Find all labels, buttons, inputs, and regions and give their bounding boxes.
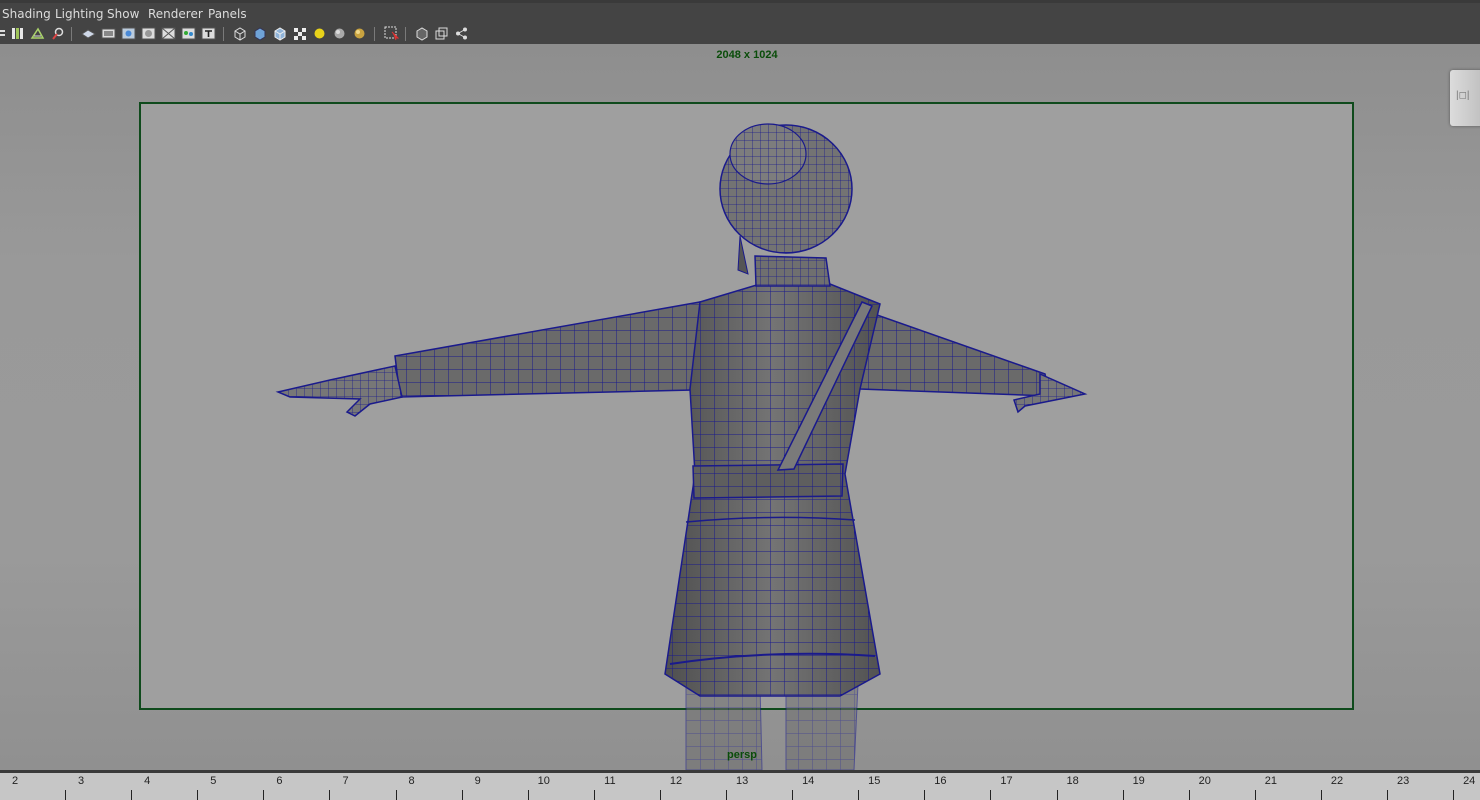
timeline-tick-label: 20 xyxy=(1198,775,1211,787)
timeline-tick-mark xyxy=(263,790,265,800)
timeline-tick-label: 18 xyxy=(1066,775,1079,787)
timeline-tick-mark xyxy=(858,790,860,800)
menu-panels[interactable]: Panels xyxy=(208,7,247,21)
timeline-tick-label: 15 xyxy=(868,775,881,787)
timeline-tick-mark xyxy=(1387,790,1388,800)
xray-joints-icon[interactable] xyxy=(434,26,449,41)
viewport-menubar: Shading Lighting Show Renderer Panels xyxy=(0,0,1480,24)
timeline-tick-mark xyxy=(1056,790,1058,800)
gate-mask-icon[interactable] xyxy=(141,26,156,41)
grid-icon[interactable] xyxy=(81,26,96,41)
xray-components-icon[interactable] xyxy=(454,26,469,41)
xray-icon[interactable] xyxy=(414,26,429,41)
timeline-tick-label: 10 xyxy=(537,775,550,787)
safe-title-icon[interactable] xyxy=(201,26,216,41)
smooth-shade-icon[interactable] xyxy=(252,26,267,41)
timeline-tick-mark xyxy=(527,790,529,800)
wireframe-icon[interactable] xyxy=(232,26,247,41)
timeline-tick-label: 6 xyxy=(276,775,283,787)
timeline-tick-label: 8 xyxy=(408,775,415,787)
timeline-tick-label: 19 xyxy=(1132,775,1145,787)
left-arm-mesh xyxy=(275,301,736,417)
torso-mesh xyxy=(664,255,881,697)
timeline-tick-label: 7 xyxy=(342,775,349,787)
timeline-tick-mark xyxy=(792,790,794,800)
timeline-tick-label: 9 xyxy=(474,775,481,787)
isolate-select-icon[interactable] xyxy=(384,26,399,41)
menu-show[interactable]: Show xyxy=(107,7,139,21)
viewcube-face-icon: |◻| xyxy=(1456,90,1470,101)
timeline-tick-mark xyxy=(659,790,661,800)
viewcube-widget[interactable]: |◻| xyxy=(1450,70,1480,126)
resolution-gate-icon[interactable] xyxy=(121,26,136,41)
menu-lighting[interactable]: Lighting xyxy=(55,7,104,21)
menu-renderer[interactable]: Renderer xyxy=(148,7,203,21)
field-chart-icon[interactable] xyxy=(161,26,176,41)
ambient-occlusion-icon[interactable] xyxy=(352,26,367,41)
timeline-tick-mark xyxy=(593,790,595,800)
film-gate-icon[interactable] xyxy=(101,26,116,41)
panel-toolbar xyxy=(0,24,1480,45)
timeline-tick-label: 16 xyxy=(934,775,947,787)
right-arm-mesh xyxy=(859,307,1088,414)
timeline-tick-mark xyxy=(990,790,992,800)
wireframe-on-shaded-icon[interactable] xyxy=(272,26,287,41)
timeline-tick-mark xyxy=(1188,790,1190,800)
timeline-tick-label: 11 xyxy=(604,775,616,787)
timeline-tick-label: 22 xyxy=(1330,775,1344,787)
timeline-tick-label: 13 xyxy=(735,775,749,787)
timeline-tick-mark xyxy=(197,790,199,800)
select-camera-icon[interactable] xyxy=(0,26,7,41)
timeline-tick-label: 21 xyxy=(1264,775,1278,787)
timeline-tick-mark xyxy=(461,790,463,800)
textured-icon[interactable] xyxy=(292,26,307,41)
timeline-tick-label: 2 xyxy=(11,775,19,787)
time-slider[interactable]: 2 3 4 5 6 7 8 9 10 11 12 13 14 15 16 17 18 19 20 21 22 23 24 xyxy=(0,770,1480,800)
timeline-tick-label: 14 xyxy=(802,775,815,787)
timeline-tick-mark xyxy=(1122,790,1124,800)
camera-attributes-icon[interactable] xyxy=(10,26,25,41)
safe-action-icon[interactable] xyxy=(181,26,196,41)
timeline-tick-mark xyxy=(329,790,331,800)
timeline-tick-mark xyxy=(65,790,66,800)
toolbar-separator xyxy=(374,27,375,41)
timeline-tick-mark xyxy=(726,790,727,800)
character-model-wireframe[interactable] xyxy=(0,44,1480,770)
shadows-icon[interactable] xyxy=(332,26,347,41)
timeline-tick-mark xyxy=(1254,790,1256,800)
timeline-tick-label: 12 xyxy=(669,775,683,787)
turban-mesh xyxy=(719,123,853,275)
use-all-lights-icon[interactable] xyxy=(312,26,327,41)
image-plane-icon[interactable] xyxy=(50,26,65,41)
timeline-tick-mark xyxy=(1320,790,1322,800)
timeline-tick-label: 5 xyxy=(210,775,217,787)
menu-shading[interactable]: Shading xyxy=(2,7,51,21)
timeline-tick-label: 3 xyxy=(78,775,85,787)
timeline-tick-mark xyxy=(395,790,397,800)
timeline-tick-label: 24 xyxy=(1463,775,1476,787)
toolbar-separator xyxy=(223,27,224,41)
timeline-tick-label: 17 xyxy=(1000,775,1013,787)
camera-name-label: persp xyxy=(727,749,757,761)
timeline-tick-mark xyxy=(924,790,926,800)
timeline-tick-mark xyxy=(131,790,133,800)
toolbar-separator xyxy=(71,27,72,41)
toolbar-separator xyxy=(405,27,406,41)
perspective-viewport[interactable]: 2048 x 1024 persp |◻| xyxy=(0,44,1480,770)
timeline-tick-mark xyxy=(1453,790,1455,800)
bookmark-icon[interactable] xyxy=(30,26,45,41)
timeline-tick-label: 4 xyxy=(144,775,151,787)
timeline-tick-label: 23 xyxy=(1396,775,1410,787)
